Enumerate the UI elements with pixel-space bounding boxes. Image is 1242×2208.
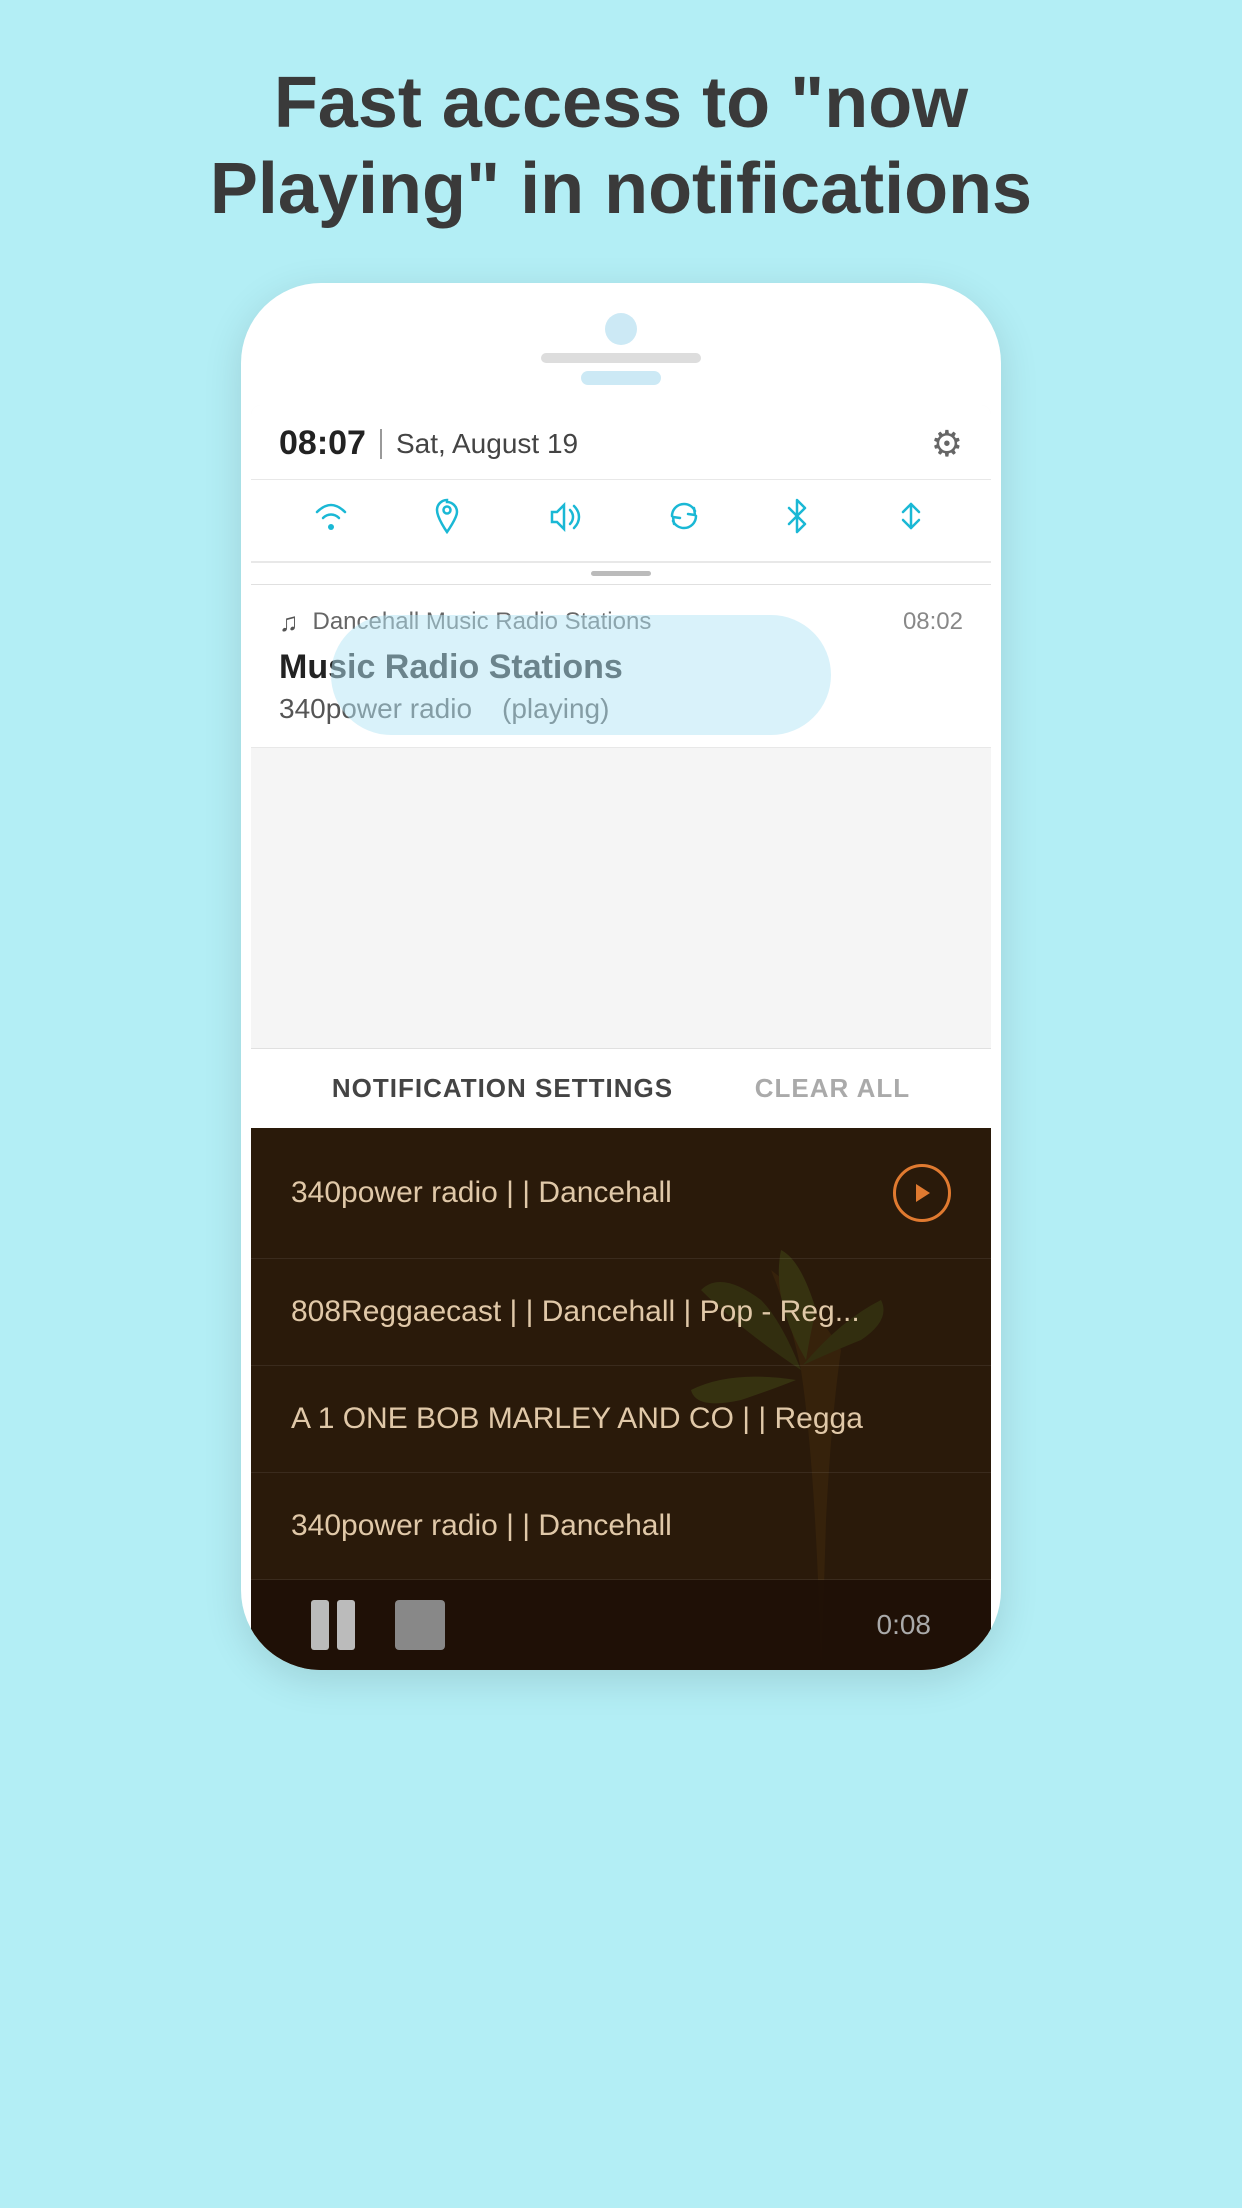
headline: Fast access to "now Playing" in notifica… (171, 60, 1071, 233)
notification-settings-button[interactable]: NOTIFICATION SETTINGS (332, 1073, 673, 1104)
wifi-icon[interactable] (313, 499, 349, 541)
music-note-icon: ♫ (279, 607, 299, 638)
headline-line1: Fast access to "now (274, 63, 968, 143)
location-icon[interactable] (432, 498, 462, 543)
status-time: 08:07 (279, 424, 366, 463)
notif-time: 08:02 (903, 608, 963, 636)
stop-button[interactable] (395, 1600, 445, 1650)
gear-icon[interactable]: ⚙ (931, 423, 963, 465)
notif-status: (playing) (502, 693, 609, 725)
phone-screen: 08:07 Sat, August 19 ⚙ (251, 405, 991, 1670)
status-bar: 08:07 Sat, August 19 ⚙ (251, 405, 991, 480)
pause-bar-right (337, 1600, 355, 1650)
player-controls (311, 1600, 445, 1650)
radio-item-label: 340power radio | | Dancehall (291, 1176, 672, 1210)
quick-settings-panel (251, 480, 991, 563)
data-transfer-icon[interactable] (893, 498, 929, 543)
notif-header: ♫ Dancehall Music Radio Stations 08:02 (279, 607, 963, 638)
radio-item[interactable]: 340power radio | | Dancehall (251, 1128, 991, 1259)
notification-card[interactable]: ♫ Dancehall Music Radio Stations 08:02 M… (251, 585, 991, 748)
status-divider (380, 429, 382, 459)
player-bar: 0:08 (251, 1580, 991, 1670)
play-button[interactable] (893, 1164, 951, 1222)
bluetooth-icon[interactable] (785, 498, 809, 543)
radio-list: 340power radio | | Dancehall 808Reggaeca… (251, 1128, 991, 1670)
pause-bar-left (311, 1600, 329, 1650)
radio-item-label: A 1 ONE BOB MARLEY AND CO | | Regga (291, 1402, 863, 1436)
radio-item[interactable]: 808Reggaecast | | Dancehall | Pop - Reg.… (251, 1259, 991, 1366)
phone-shell: 08:07 Sat, August 19 ⚙ (241, 283, 1001, 1670)
radio-item-label: 808Reggaecast | | Dancehall | Pop - Reg.… (291, 1295, 860, 1329)
notif-title: Music Radio Stations (279, 648, 963, 687)
sync-icon[interactable] (666, 498, 702, 543)
pause-button[interactable] (311, 1600, 355, 1650)
phone-camera (605, 313, 637, 345)
radio-item-label: 340power radio | | Dancehall (291, 1509, 672, 1543)
volume-icon[interactable] (546, 499, 582, 541)
status-date: Sat, August 19 (396, 428, 578, 460)
clear-all-button[interactable]: CLEAR ALL (755, 1073, 910, 1104)
phone-top-bar (251, 313, 991, 395)
drag-handle-bar (591, 571, 651, 576)
notification-bottom-bar: NOTIFICATION SETTINGS CLEAR ALL (251, 1048, 991, 1128)
notification-panel: ♫ Dancehall Music Radio Stations 08:02 M… (251, 585, 991, 1128)
radio-item[interactable]: A 1 ONE BOB MARLEY AND CO | | Regga (251, 1366, 991, 1473)
notif-station: 340power radio (279, 693, 472, 725)
radio-item[interactable]: 340power radio | | Dancehall (251, 1473, 991, 1580)
notif-app-name: Dancehall Music Radio Stations (313, 608, 652, 636)
phone-speaker (541, 353, 701, 363)
phone-home-pill (581, 371, 661, 385)
status-bar-left: 08:07 Sat, August 19 (279, 424, 578, 463)
player-timer: 0:08 (877, 1609, 932, 1641)
headline-line2: Playing" in notifications (210, 149, 1032, 229)
drag-handle (251, 563, 991, 585)
empty-notification-area (251, 748, 991, 1048)
